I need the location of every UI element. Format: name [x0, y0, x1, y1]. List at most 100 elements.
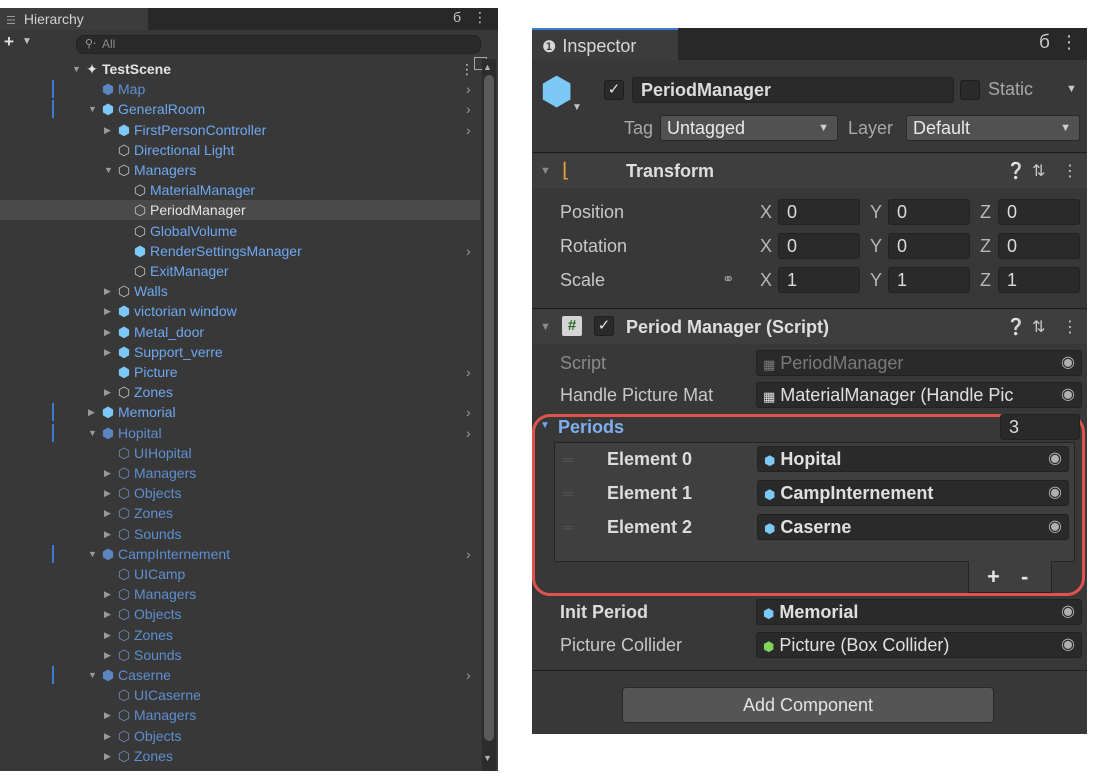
inspector-tab[interactable]: ❶ Inspector — [532, 28, 678, 60]
scale-y-field[interactable]: 1 — [888, 267, 970, 293]
hierarchy-row[interactable]: ▶ ⬡ Sounds — [0, 524, 480, 544]
scroll-down-icon[interactable]: ▼ — [483, 753, 492, 763]
hierarchy-scrollbar[interactable]: ▲ ▼ — [482, 59, 496, 771]
scale-x-field[interactable]: 1 — [778, 267, 860, 293]
fold-arrow-collapsed-icon[interactable]: ▶ — [104, 726, 116, 746]
scroll-up-icon[interactable]: ▲ — [483, 62, 492, 72]
fold-arrow-collapsed-icon[interactable]: ▶ — [104, 463, 116, 483]
hierarchy-row[interactable]: ▶ ⬡ Managers — [0, 584, 480, 604]
position-y-field[interactable]: 0 — [888, 199, 970, 225]
init-period-field[interactable]: ⬢ Memorial ◉ — [756, 599, 1082, 625]
hierarchy-row[interactable]: ▶ ⬢ Memorial › — [0, 402, 480, 422]
component-enabled-checkbox[interactable]: ✓ — [594, 316, 614, 336]
kebab-menu-icon[interactable]: ⋮ — [1062, 161, 1078, 181]
fold-arrow-collapsed-icon[interactable]: ▶ — [104, 322, 116, 342]
add-element-button[interactable]: + — [987, 561, 1000, 593]
kebab-menu-icon[interactable]: ⋮ — [1062, 317, 1078, 337]
fold-arrow-expanded-icon[interactable]: ▼ — [88, 423, 100, 443]
hierarchy-row[interactable]: ▶ ⬡ Objects — [0, 604, 480, 624]
fold-arrow-collapsed-icon[interactable]: ▶ — [104, 705, 116, 725]
fold-arrow-collapsed-icon[interactable]: ▶ — [104, 604, 116, 624]
hierarchy-row[interactable]: ▶ ⬢ Support_verre — [0, 342, 480, 362]
hierarchy-row[interactable]: ⬢ Picture › — [0, 362, 480, 382]
periods-label[interactable]: Periods — [558, 417, 624, 438]
position-z-field[interactable]: 0 — [998, 199, 1080, 225]
hierarchy-row[interactable]: ▶ ⬡ Managers — [0, 463, 480, 483]
add-object-button[interactable]: + — [4, 32, 14, 52]
open-prefab-icon[interactable]: › — [466, 120, 471, 140]
fold-arrow-collapsed-icon[interactable]: ▶ — [104, 746, 116, 766]
rotation-x-field[interactable]: 0 — [778, 233, 860, 259]
open-prefab-icon[interactable]: › — [466, 362, 471, 382]
axis-x-label[interactable]: X — [760, 270, 772, 291]
fold-arrow-collapsed-icon[interactable]: ▶ — [104, 342, 116, 362]
help-icon[interactable]: ❔ — [1006, 317, 1026, 337]
fold-arrow-expanded-icon[interactable]: ▼ — [72, 59, 84, 79]
hierarchy-row[interactable]: ▶ ⬡ Managers — [0, 705, 480, 725]
drag-handle-icon[interactable]: ═ — [563, 485, 573, 501]
fold-arrow-collapsed-icon[interactable]: ▶ — [104, 483, 116, 503]
open-prefab-icon[interactable]: › — [466, 99, 471, 119]
hierarchy-row[interactable]: ▶ ⬢ victorian window — [0, 301, 480, 321]
fold-arrow-collapsed-icon[interactable]: ▶ — [104, 301, 116, 321]
picture-collider-field[interactable]: ⬢ Picture (Box Collider) ◉ — [756, 632, 1082, 658]
fold-arrow-icon[interactable]: ▼ — [540, 420, 550, 431]
hierarchy-row[interactable]: ▶ ⬡ Zones — [0, 382, 480, 402]
fold-arrow-expanded-icon[interactable]: ▼ — [88, 544, 100, 564]
remove-element-button[interactable]: - — [1021, 561, 1028, 593]
icon-dropdown-caret-icon[interactable]: ▼ — [572, 102, 582, 113]
open-prefab-icon[interactable]: › — [466, 544, 471, 564]
object-picker-icon[interactable]: ◉ — [1061, 600, 1075, 624]
hierarchy-row[interactable]: ▼ ⬢ GeneralRoom › — [0, 99, 480, 119]
hierarchy-row[interactable]: ▶ ⬡ Objects — [0, 483, 480, 503]
gameobject-cube-icon[interactable]: ⬢ — [540, 72, 573, 112]
open-prefab-icon[interactable]: › — [466, 665, 471, 685]
axis-z-label[interactable]: Z — [980, 202, 991, 223]
fold-arrow-collapsed-icon[interactable]: ▶ — [88, 402, 100, 422]
hierarchy-row[interactable]: ▼ ⬡ Managers — [0, 160, 480, 180]
hierarchy-row[interactable]: ⬡ PeriodManager — [0, 200, 480, 221]
axis-y-label[interactable]: Y — [870, 236, 882, 257]
object-picker-icon[interactable]: ◉ — [1061, 383, 1075, 407]
fold-arrow-collapsed-icon[interactable]: ▶ — [104, 382, 116, 402]
layer-dropdown[interactable]: Default ▼ — [906, 115, 1080, 141]
hierarchy-row[interactable]: ▶ ⬢ FirstPersonController › — [0, 120, 480, 140]
open-prefab-icon[interactable]: › — [466, 423, 471, 443]
object-name-field[interactable]: PeriodManager — [632, 77, 954, 103]
hierarchy-row[interactable]: ▼ ⬢ Caserne › — [0, 665, 480, 685]
presets-icon[interactable]: ⇅ — [1032, 161, 1045, 181]
static-dropdown-icon[interactable]: ▼ — [1066, 83, 1077, 95]
element-0-field[interactable]: ⬢ Hopital ◉ — [757, 446, 1069, 472]
axis-x-label[interactable]: X — [760, 202, 772, 223]
object-picker-icon[interactable]: ◉ — [1048, 447, 1062, 471]
hierarchy-row[interactable]: ▶ ⬡ Zones — [0, 503, 480, 523]
hierarchy-row[interactable]: ⬡ UIHopital — [0, 443, 480, 463]
active-checkbox[interactable]: ✓ — [604, 80, 624, 100]
hierarchy-row[interactable]: ⬡ UICamp — [0, 564, 480, 584]
hierarchy-row[interactable]: ⬡ UICaserne — [0, 685, 480, 705]
fold-arrow-collapsed-icon[interactable]: ▶ — [104, 645, 116, 665]
axis-z-label[interactable]: Z — [980, 236, 991, 257]
tag-dropdown[interactable]: Untagged ▼ — [660, 115, 838, 141]
handle-picture-mat-field[interactable]: ▦ MaterialManager (Handle Pic ◉ — [756, 382, 1082, 408]
lock-icon[interactable]: б — [1039, 32, 1050, 54]
hierarchy-row[interactable]: ⬢ RenderSettingsManager › — [0, 241, 480, 261]
axis-y-label[interactable]: Y — [870, 202, 882, 223]
fold-arrow-collapsed-icon[interactable]: ▶ — [104, 120, 116, 140]
fold-arrow-expanded-icon[interactable]: ▼ — [104, 160, 116, 180]
fold-arrow-icon[interactable]: ▼ — [540, 165, 551, 177]
help-icon[interactable]: ❔ — [1006, 161, 1026, 181]
fold-arrow-collapsed-icon[interactable]: ▶ — [104, 503, 116, 523]
hierarchy-row[interactable]: ▶ ⬡ Walls — [0, 281, 480, 301]
hierarchy-row[interactable]: ⬡ Directional Light — [0, 140, 480, 160]
hierarchy-row[interactable]: ▼ ✦ TestScene ⋮ — [0, 59, 480, 79]
hierarchy-search-input[interactable]: ⚲⋅ All — [76, 35, 481, 54]
presets-icon[interactable]: ⇅ — [1032, 317, 1045, 337]
fold-arrow-collapsed-icon[interactable]: ▶ — [104, 524, 116, 544]
scale-z-field[interactable]: 1 — [998, 267, 1080, 293]
hierarchy-row[interactable]: ⬡ ExitManager — [0, 261, 480, 281]
fold-arrow-collapsed-icon[interactable]: ▶ — [104, 281, 116, 301]
periods-size-field[interactable]: 3 — [1000, 414, 1080, 440]
hierarchy-row[interactable]: ▶ ⬡ Zones — [0, 625, 480, 645]
rotation-y-field[interactable]: 0 — [888, 233, 970, 259]
